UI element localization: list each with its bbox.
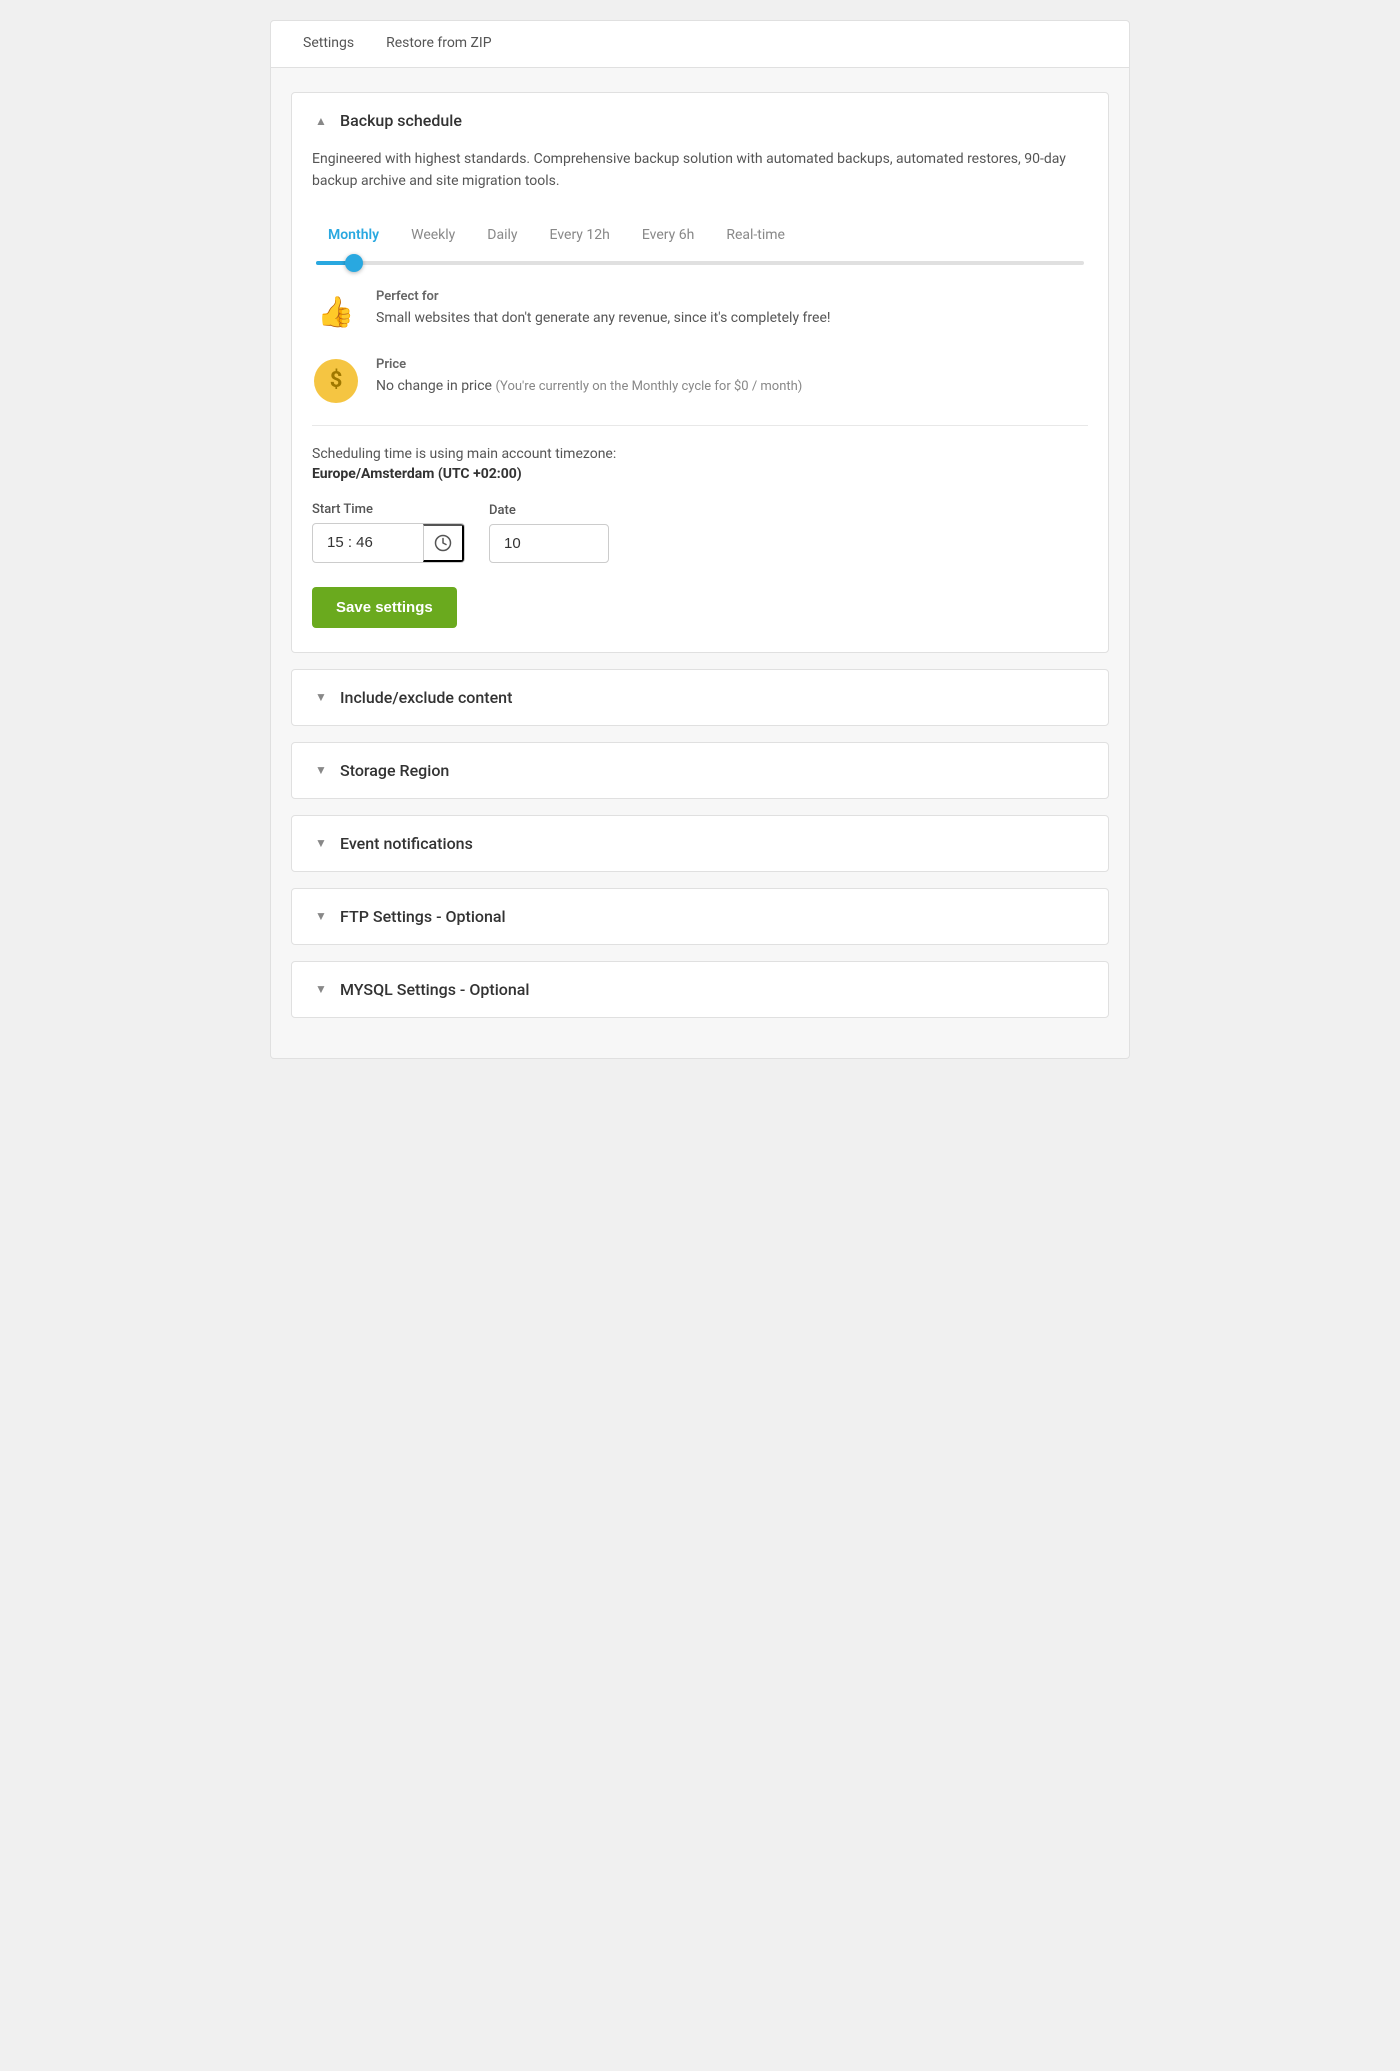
storage-region-accordion: ▼ Storage Region	[291, 742, 1109, 799]
timezone-info: Scheduling time is using main account ti…	[312, 446, 1088, 482]
timezone-label: Scheduling time is using main account ti…	[312, 446, 616, 462]
ftp-settings-title: FTP Settings - Optional	[340, 907, 506, 926]
tab-every12h[interactable]: Every 12h	[534, 217, 626, 253]
price-main-text: No change in price	[376, 378, 492, 394]
storage-region-title: Storage Region	[340, 761, 449, 780]
slider-thumb[interactable]	[345, 254, 363, 272]
dollar-icon: $	[312, 357, 360, 405]
chevron-down-icon-1: ▼	[312, 688, 330, 706]
date-label: Date	[489, 503, 609, 518]
chevron-down-icon-2: ▼	[312, 761, 330, 779]
price-text: No change in price (You're currently on …	[376, 376, 802, 397]
backup-schedule-header[interactable]: ▲ Backup schedule	[292, 93, 1108, 148]
price-note: (You're currently on the Monthly cycle f…	[495, 379, 802, 394]
slider-track	[316, 261, 1084, 265]
nav-settings[interactable]: Settings	[287, 21, 370, 67]
time-input[interactable]	[313, 524, 423, 561]
chevron-down-icon-4: ▼	[312, 907, 330, 925]
timezone-value: Europe/Amsterdam (UTC +02:00)	[312, 466, 1088, 482]
start-time-label: Start Time	[312, 502, 465, 517]
backup-schedule-body: Engineered with highest standards. Compr…	[292, 148, 1108, 652]
ftp-settings-header[interactable]: ▼ FTP Settings - Optional	[292, 889, 1108, 944]
time-date-row: Start Time Date	[312, 502, 1088, 563]
perfect-for-label: Perfect for	[376, 289, 831, 304]
schedule-slider-container	[312, 261, 1088, 265]
backup-description: Engineered with highest standards. Compr…	[312, 148, 1088, 193]
tab-monthly[interactable]: Monthly	[312, 217, 395, 253]
start-time-group: Start Time	[312, 502, 465, 563]
chevron-down-icon-3: ▼	[312, 834, 330, 852]
mysql-settings-title: MYSQL Settings - Optional	[340, 980, 529, 999]
top-nav: Settings Restore from ZIP	[270, 20, 1130, 68]
price-label: Price	[376, 357, 802, 372]
date-input[interactable]	[489, 524, 609, 563]
backup-schedule-title: Backup schedule	[340, 111, 462, 130]
date-group: Date	[489, 503, 609, 563]
chevron-down-icon-5: ▼	[312, 980, 330, 998]
backup-schedule-accordion: ▲ Backup schedule Engineered with highes…	[291, 92, 1109, 653]
event-notifications-header[interactable]: ▼ Event notifications	[292, 816, 1108, 871]
perfect-for-text: Small websites that don't generate any r…	[376, 308, 831, 329]
chevron-up-icon: ▲	[312, 112, 330, 130]
save-settings-button[interactable]: Save settings	[312, 587, 457, 628]
event-notifications-title: Event notifications	[340, 834, 473, 853]
ftp-settings-accordion: ▼ FTP Settings - Optional	[291, 888, 1109, 945]
storage-region-header[interactable]: ▼ Storage Region	[292, 743, 1108, 798]
clock-icon	[434, 534, 452, 552]
price-card: $ Price No change in price (You're curre…	[312, 357, 1088, 405]
page-wrapper: Settings Restore from ZIP ▲ Backup sched…	[270, 20, 1130, 2051]
schedule-tabs: Monthly Weekly Daily Every 12h Every 6h …	[312, 217, 1088, 253]
time-picker-button[interactable]	[423, 524, 464, 562]
divider	[312, 425, 1088, 426]
time-input-wrapper	[312, 523, 465, 563]
tab-daily[interactable]: Daily	[471, 217, 533, 253]
nav-restore-zip[interactable]: Restore from ZIP	[370, 21, 507, 67]
include-exclude-title: Include/exclude content	[340, 688, 512, 707]
perfect-for-card: 👍 Perfect for Small websites that don't …	[312, 289, 1088, 337]
event-notifications-accordion: ▼ Event notifications	[291, 815, 1109, 872]
include-exclude-accordion: ▼ Include/exclude content	[291, 669, 1109, 726]
perfect-for-content: Perfect for Small websites that don't ge…	[376, 289, 831, 329]
price-content: Price No change in price (You're current…	[376, 357, 802, 397]
include-exclude-header[interactable]: ▼ Include/exclude content	[292, 670, 1108, 725]
tab-weekly[interactable]: Weekly	[395, 217, 471, 253]
tab-every6h[interactable]: Every 6h	[626, 217, 710, 253]
thumbs-up-icon: 👍	[312, 289, 360, 337]
mysql-settings-header[interactable]: ▼ MYSQL Settings - Optional	[292, 962, 1108, 1017]
tab-realtime[interactable]: Real-time	[710, 217, 801, 253]
main-content: ▲ Backup schedule Engineered with highes…	[270, 68, 1130, 1059]
mysql-settings-accordion: ▼ MYSQL Settings - Optional	[291, 961, 1109, 1018]
